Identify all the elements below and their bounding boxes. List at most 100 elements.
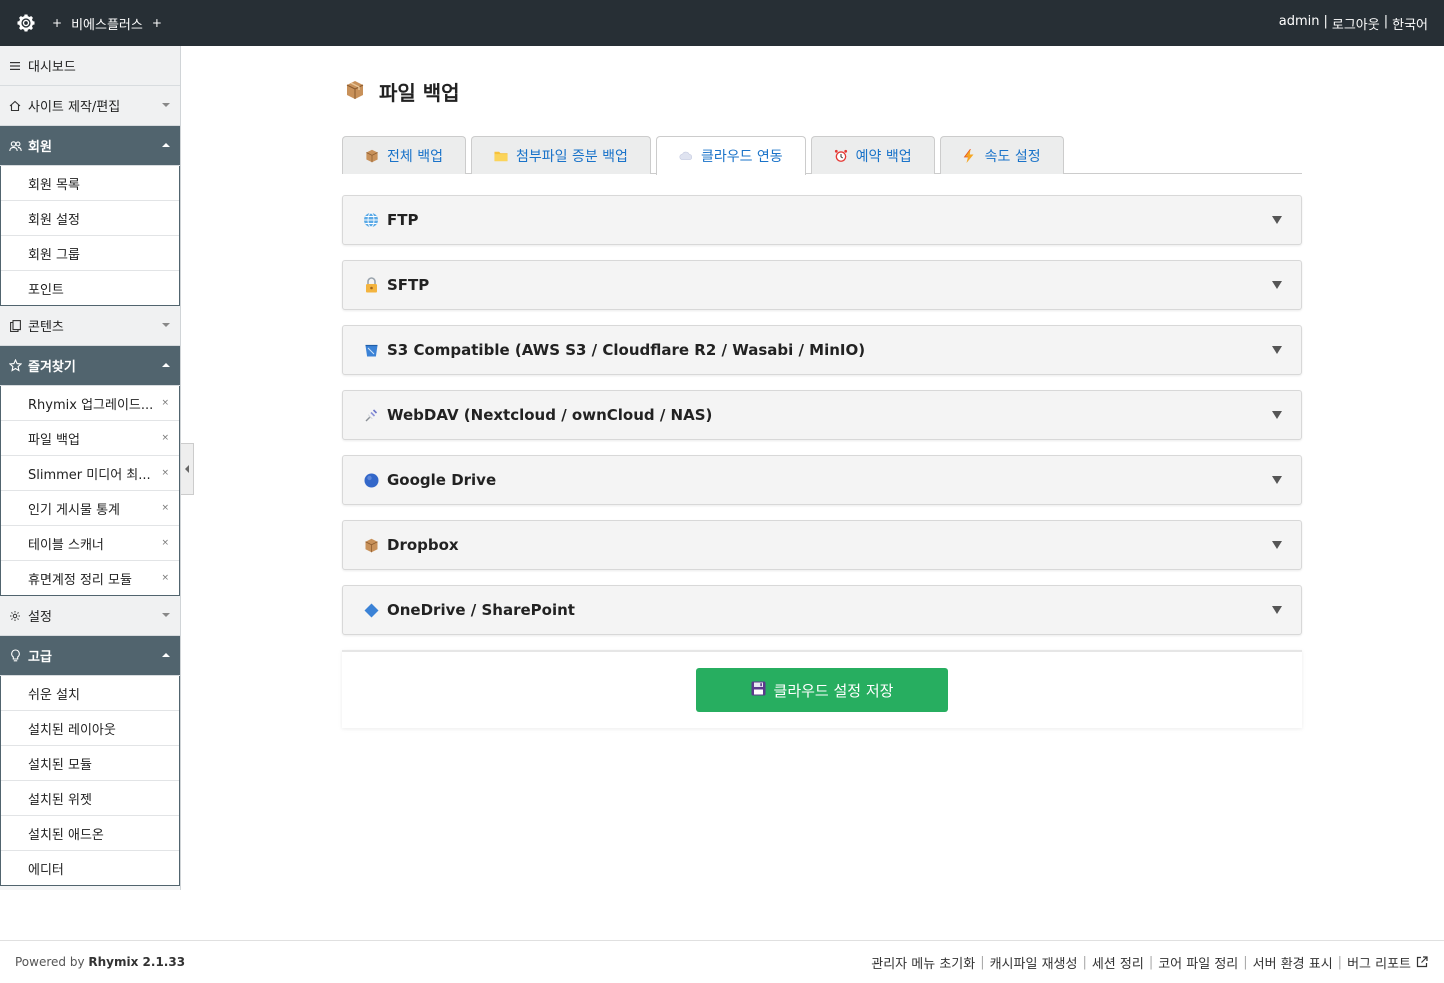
sidebar-subitem[interactable]: 설치된 모듈 — [1, 746, 179, 781]
footer-link-reset-admin-menu[interactable]: 관리자 메뉴 초기화 — [871, 953, 975, 972]
chevron-up-icon — [162, 143, 170, 147]
sidebar-subitem[interactable]: 회원 설정 — [1, 201, 179, 236]
favorite-item[interactable]: 휴면계정 정리 모듈 × — [1, 561, 179, 596]
footer-link-bug-report[interactable]: 버그 리포트 — [1347, 953, 1411, 972]
sidebar-subitem[interactable]: 쉬운 설치 — [1, 676, 179, 711]
sidebar-collapse-toggle[interactable] — [181, 443, 194, 495]
favorite-item[interactable]: 테이블 스캐너 × — [1, 526, 179, 561]
chevron-up-icon — [162, 653, 170, 657]
chevron-down-icon — [162, 613, 170, 617]
users-icon — [8, 139, 22, 153]
panel-title: Google Drive — [387, 471, 497, 489]
sidebar-subitem[interactable]: 회원 목록 — [1, 166, 179, 201]
panel-s3-compatible[interactable]: S3 Compatible (AWS S3 / Cloudflare R2 / … — [342, 325, 1302, 375]
footer-link-regenerate-cache[interactable]: 캐시파일 재생성 — [990, 953, 1078, 972]
sidebar-item-advanced[interactable]: 고급 — [0, 636, 180, 676]
powered-by-brand[interactable]: Rhymix 2.1.33 — [88, 955, 185, 969]
sidebar-subitem-label: 에디터 — [28, 862, 64, 878]
expand-arrow-icon[interactable] — [1272, 281, 1282, 289]
chevron-left-icon — [185, 465, 189, 473]
favorite-item[interactable]: 파일 백업 × — [1, 421, 179, 456]
panel-title: WebDAV (Nextcloud / ownCloud / NAS) — [387, 406, 713, 424]
expand-arrow-icon[interactable] — [1272, 411, 1282, 419]
panel-onedrive[interactable]: OneDrive / SharePoint — [342, 585, 1302, 635]
remove-favorite-icon[interactable]: × — [161, 398, 169, 408]
gear-icon[interactable] — [15, 12, 37, 34]
sidebar-item-favorites[interactable]: 즐겨찾기 — [0, 346, 180, 386]
sidebar-item-label: 즐겨찾기 — [28, 360, 76, 375]
sidebar-item-dashboard[interactable]: 대시보드 — [0, 46, 180, 86]
sidebar-item-member[interactable]: 회원 — [0, 126, 180, 166]
panel-title: SFTP — [387, 276, 430, 294]
favorite-item-label: Rhymix 업그레이드... — [28, 397, 154, 413]
footer-link-clean-sessions[interactable]: 세션 정리 — [1092, 953, 1144, 972]
blue-diamond-icon — [363, 602, 379, 618]
remove-favorite-icon[interactable]: × — [161, 503, 169, 513]
tab-speed-settings[interactable]: 속도 설정 — [939, 136, 1064, 174]
alarm-clock-icon — [834, 149, 848, 163]
tab-cloud-sync[interactable]: 클라우드 연동 — [655, 136, 806, 175]
remove-favorite-icon[interactable]: × — [161, 538, 169, 548]
tab-label: 클라우드 연동 — [700, 149, 783, 165]
favorite-item[interactable]: 인기 게시물 통계 × — [1, 491, 179, 526]
panel-sftp[interactable]: SFTP — [342, 260, 1302, 310]
folder-icon — [494, 149, 508, 163]
sidebar-item-site-edit[interactable]: 사이트 제작/편집 — [0, 86, 180, 126]
sidebar-subitem[interactable]: 설치된 레이아웃 — [1, 711, 179, 746]
add-left-button[interactable]: + — [52, 16, 62, 30]
member-submenu: 회원 목록 회원 설정 회원 그룹 포인트 — [0, 166, 180, 306]
tab-full-backup[interactable]: 전체 백업 — [342, 136, 466, 174]
favorite-item[interactable]: Rhymix 업그레이드... × — [1, 386, 179, 421]
sidebar-subitem[interactable]: 설치된 애드온 — [1, 816, 179, 851]
tab-scheduled-backup[interactable]: 예약 백업 — [810, 136, 935, 174]
panel-title: OneDrive / SharePoint — [387, 601, 575, 619]
top-bar: + 비에스플러스 + admin | 로그아웃 | 한국어 — [0, 0, 1444, 46]
globe-icon — [363, 212, 379, 228]
save-cloud-settings-button[interactable]: 클라우드 설정 저장 — [696, 668, 948, 712]
add-right-button[interactable]: + — [152, 16, 162, 30]
sidebar: 대시보드 사이트 제작/편집 회원 회원 목록 회원 설정 회원 그룹 포인트 … — [0, 46, 181, 890]
remove-favorite-icon[interactable]: × — [161, 573, 169, 583]
separator: | — [1243, 954, 1248, 970]
logout-link[interactable]: 로그아웃 — [1332, 14, 1380, 33]
favorite-item-label: 인기 게시물 통계 — [28, 502, 120, 518]
favorite-item[interactable]: Slimmer 미디어 최... × — [1, 456, 179, 491]
sidebar-subitem-label: 회원 설정 — [28, 212, 80, 228]
panel-webdav[interactable]: WebDAV (Nextcloud / ownCloud / NAS) — [342, 390, 1302, 440]
expand-arrow-icon[interactable] — [1272, 346, 1282, 354]
language-link[interactable]: 한국어 — [1392, 14, 1428, 33]
sidebar-subitem-label: 설치된 레이아웃 — [28, 722, 116, 738]
save-button-label: 클라우드 설정 저장 — [773, 681, 894, 700]
footer-link-server-env[interactable]: 서버 환경 표시 — [1253, 953, 1333, 972]
panel-ftp[interactable]: FTP — [342, 195, 1302, 245]
tab-incremental-backup[interactable]: 첨부파일 증분 백업 — [470, 136, 651, 174]
cloud-icon — [679, 149, 693, 163]
expand-arrow-icon[interactable] — [1272, 606, 1282, 614]
remove-favorite-icon[interactable]: × — [161, 468, 169, 478]
remove-favorite-icon[interactable]: × — [161, 433, 169, 443]
expand-arrow-icon[interactable] — [1272, 541, 1282, 549]
site-name-link[interactable]: 비에스플러스 — [71, 14, 143, 33]
sidebar-item-label: 대시보드 — [28, 60, 76, 75]
expand-arrow-icon[interactable] — [1272, 476, 1282, 484]
sidebar-subitem[interactable]: 에디터 — [1, 851, 179, 886]
sidebar-subitem-label: 포인트 — [28, 282, 64, 298]
sidebar-item-content[interactable]: 콘텐츠 — [0, 306, 180, 346]
sidebar-item-settings[interactable]: 설정 — [0, 596, 180, 636]
panel-dropbox[interactable]: Dropbox — [342, 520, 1302, 570]
page-title: 파일 백업 — [342, 46, 1302, 136]
user-name-link[interactable]: admin — [1279, 14, 1320, 33]
blue-circle-icon — [363, 472, 379, 488]
sidebar-subitem[interactable]: 회원 그룹 — [1, 236, 179, 271]
save-area: 클라우드 설정 저장 — [342, 650, 1302, 728]
sidebar-subitem[interactable]: 설치된 위젯 — [1, 781, 179, 816]
favorite-item-label: 휴면계정 정리 모듈 — [28, 572, 132, 588]
expand-arrow-icon[interactable] — [1272, 216, 1282, 224]
powered-by-prefix: Powered by — [15, 955, 85, 969]
star-icon — [8, 359, 22, 373]
footer-link-clean-core-files[interactable]: 코어 파일 정리 — [1158, 953, 1238, 972]
tab-label: 전체 백업 — [387, 148, 443, 165]
panel-title: S3 Compatible (AWS S3 / Cloudflare R2 / … — [387, 341, 866, 359]
sidebar-subitem[interactable]: 포인트 — [1, 271, 179, 306]
panel-google-drive[interactable]: Google Drive — [342, 455, 1302, 505]
